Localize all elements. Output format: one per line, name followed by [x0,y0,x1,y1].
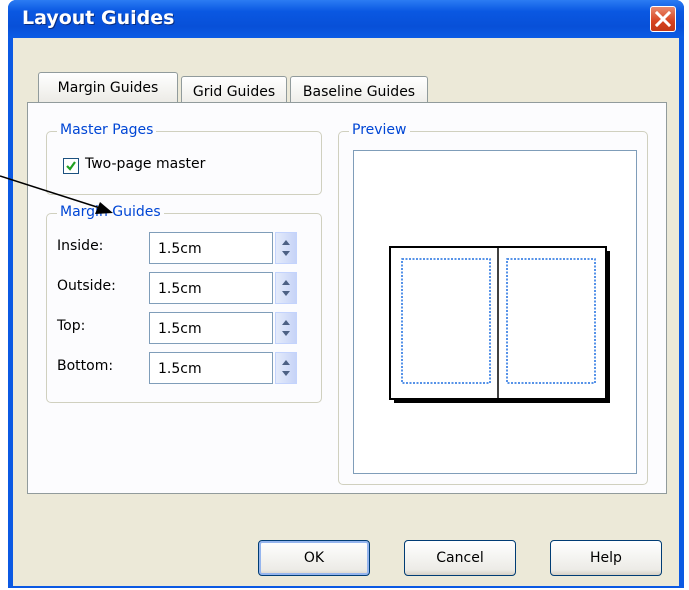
tab-margin-guides[interactable]: Margin Guides [38,72,178,102]
help-button-label: Help [590,550,622,566]
spin-arrows-icon [282,320,290,336]
ok-button[interactable]: OK [258,540,370,576]
master-pages-group: Master Pages Two-page master [46,122,322,195]
spin-arrows-icon [282,280,290,296]
outside-spin-buttons[interactable] [275,272,297,304]
preview-group: Preview [338,122,648,485]
top-input[interactable]: 1.5cm [149,312,273,344]
outside-spinner: 1.5cm [149,272,299,304]
title-bar[interactable]: Layout Guides [8,0,684,38]
two-page-master-label: Two-page master [85,156,206,172]
inside-input[interactable]: 1.5cm [149,232,273,264]
master-pages-legend: Master Pages [57,122,157,138]
cancel-button[interactable]: Cancel [404,540,516,576]
dialog-client-area: Margin Guides Grid Guides Baseline Guide… [13,38,679,586]
tab-panel: Master Pages Two-page master Margin Guid… [27,102,667,494]
help-button[interactable]: Help [550,540,662,576]
bottom-spinner: 1.5cm [149,352,299,384]
close-icon [654,10,672,28]
top-spinner: 1.5cm [149,312,299,344]
bottom-label: Bottom: [57,358,114,374]
tab-label: Baseline Guides [302,83,416,100]
two-page-master-checkbox[interactable] [63,158,79,174]
spin-arrows-icon [282,360,290,376]
close-button[interactable] [650,6,676,32]
outside-input[interactable]: 1.5cm [149,272,273,304]
tab-label: Grid Guides [192,83,276,100]
outside-label: Outside: [57,278,116,294]
tab-label: Margin Guides [57,79,159,96]
spin-arrows-icon [282,240,290,256]
dialog-window: Layout Guides Margin Guides Grid Guides … [8,0,684,588]
inside-spin-buttons[interactable] [275,232,297,264]
cancel-button-label: Cancel [436,550,484,566]
page-spread-preview [389,246,610,403]
bottom-input[interactable]: 1.5cm [149,352,273,384]
top-spin-buttons[interactable] [275,312,297,344]
inside-spinner: 1.5cm [149,232,299,264]
ok-button-label: OK [303,550,325,566]
preview-pane [353,150,637,474]
top-label: Top: [57,318,86,334]
window-title: Layout Guides [22,7,175,29]
margin-guides-legend: Margin Guides [57,204,164,220]
inside-label: Inside: [57,238,104,254]
preview-legend: Preview [349,122,410,138]
bottom-spin-buttons[interactable] [275,352,297,384]
checkmark-icon [66,161,76,171]
margin-guides-group: Margin Guides Inside: 1.5cm Outside: 1.5… [46,204,322,403]
